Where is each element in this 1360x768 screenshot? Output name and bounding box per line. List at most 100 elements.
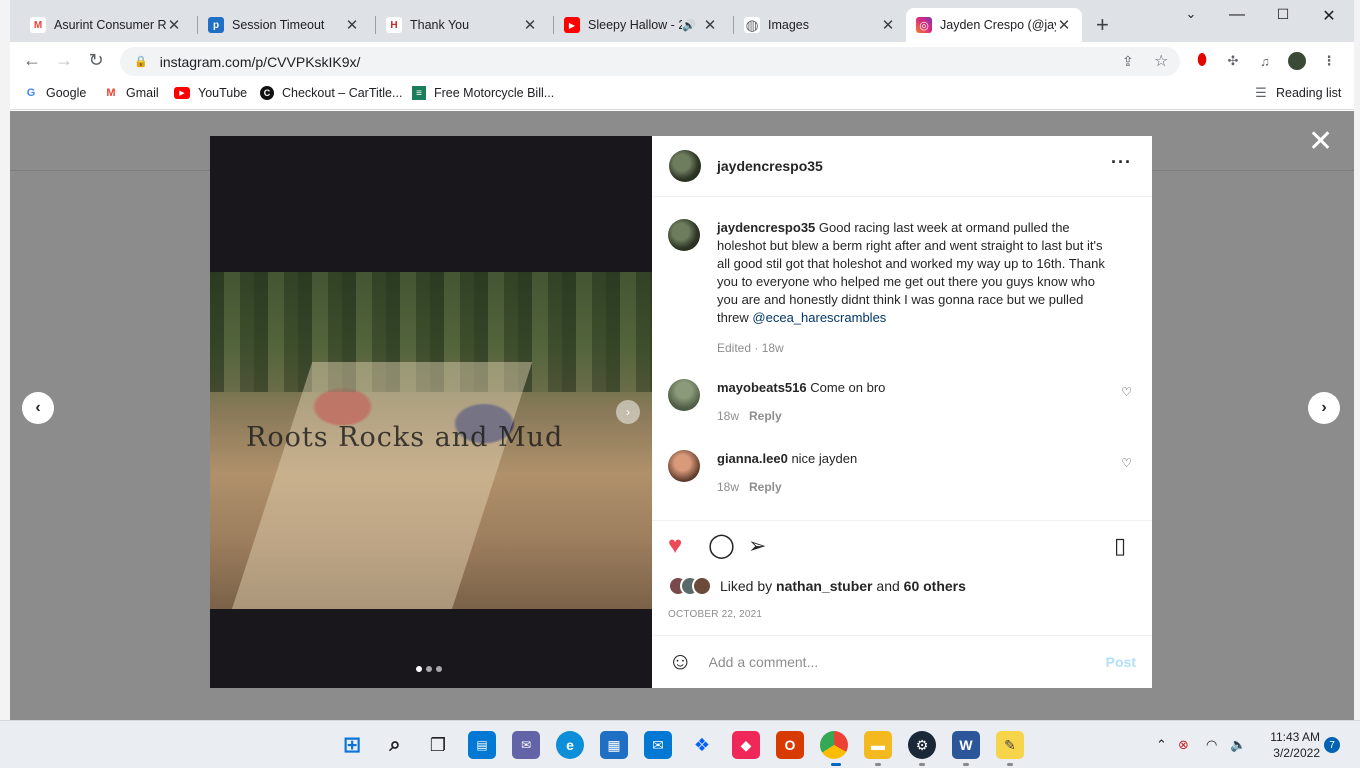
comment-meta: 18w Reply xyxy=(717,407,1114,425)
microsoft-store-icon[interactable]: ▦ xyxy=(600,731,628,759)
share-paper-plane-icon[interactable]: ➢ xyxy=(748,533,766,559)
office-icon[interactable]: O xyxy=(776,731,804,759)
maximize-button[interactable]: ☐ xyxy=(1268,6,1298,23)
close-icon[interactable]: ✕ xyxy=(1308,127,1333,157)
new-tab-button[interactable]: + xyxy=(1096,12,1109,38)
lock-icon[interactable]: 🔒 xyxy=(134,55,148,68)
caption-mention-link[interactable]: @ecea_harescrambles xyxy=(752,310,886,325)
previous-post-button[interactable]: ‹ xyxy=(22,392,54,424)
open-app-indicator xyxy=(919,763,925,766)
windows-start-icon[interactable]: ⊞ xyxy=(338,731,366,759)
task-view-icon[interactable]: ❐ xyxy=(424,731,452,759)
system-clock[interactable]: 11:43 AM 3/2/2022 xyxy=(1258,729,1320,761)
comment-username[interactable]: gianna.lee0 xyxy=(717,451,788,466)
tab-session-timeout[interactable]: p Session Timeout ✕ xyxy=(198,8,370,42)
post-media: Roots Rocks and Mud › xyxy=(210,136,652,688)
close-icon[interactable]: ✕ xyxy=(166,16,182,34)
avatar[interactable] xyxy=(668,450,700,482)
media-next-button[interactable]: › xyxy=(616,400,640,424)
tab-thank-you[interactable]: H Thank You ✕ xyxy=(376,8,548,42)
teams-chat-icon[interactable]: ✉ xyxy=(512,731,540,759)
minimize-button[interactable]: — xyxy=(1222,6,1252,24)
comment-username[interactable]: mayobeats516 xyxy=(717,380,807,395)
reply-button[interactable]: Reply xyxy=(749,409,782,423)
close-window-button[interactable]: ✕ xyxy=(1314,6,1344,26)
address-url[interactable]: instagram.com/p/CVVPKskIK9x/ xyxy=(160,54,361,70)
tab-search-icon[interactable]: ⌄ xyxy=(1176,6,1206,22)
close-icon[interactable]: ✕ xyxy=(522,16,538,34)
file-explorer-icon[interactable]: ▬ xyxy=(864,731,892,759)
chevron-up-icon[interactable]: ⌃ xyxy=(1156,737,1167,753)
steam-icon[interactable]: ⚙ xyxy=(908,731,936,759)
avatar[interactable] xyxy=(668,379,700,411)
opera-extension-icon[interactable]: ⬮ xyxy=(1193,52,1211,70)
heart-outline-icon[interactable]: ♡ xyxy=(1121,385,1132,399)
reply-button[interactable]: Reply xyxy=(749,480,782,494)
dropbox-icon[interactable]: ❖ xyxy=(688,731,716,759)
emoji-icon[interactable]: ☺ xyxy=(668,648,693,676)
liked-by-user-link[interactable]: nathan_stuber xyxy=(776,578,872,594)
profile-avatar[interactable] xyxy=(1288,52,1306,70)
browser-window: M Asurint Consumer Re ✕ p Session Timeou… xyxy=(10,0,1354,720)
chrome-icon[interactable] xyxy=(820,731,848,759)
media-control-icon[interactable]: ♫ xyxy=(1256,52,1274,70)
widgets-icon[interactable]: ▤ xyxy=(468,731,496,759)
word-icon[interactable]: W xyxy=(952,731,980,759)
tab-instagram-active[interactable]: ◎ Jayden Crespo (@jay ✕ xyxy=(906,8,1082,42)
liked-by-others-link[interactable]: 60 others xyxy=(904,578,966,594)
forward-arrow-icon[interactable]: → xyxy=(52,50,76,71)
heart-outline-icon[interactable]: ♡ xyxy=(1121,456,1132,470)
volume-icon[interactable]: 🔈 xyxy=(1230,737,1246,753)
tab-title: Session Timeout xyxy=(232,18,325,32)
puzzle-extensions-icon[interactable]: ✣ xyxy=(1224,52,1242,70)
reading-list-button[interactable]: ☰ Reading list xyxy=(1254,85,1341,100)
edge-browser-icon[interactable]: e xyxy=(556,731,584,759)
close-icon[interactable]: ✕ xyxy=(1056,16,1072,34)
close-icon[interactable]: ✕ xyxy=(702,16,718,34)
reload-icon[interactable]: ↻ xyxy=(84,50,108,71)
close-icon[interactable]: ✕ xyxy=(344,16,360,34)
back-arrow-icon[interactable]: ← xyxy=(20,50,44,71)
close-icon[interactable]: ✕ xyxy=(880,16,896,34)
notification-badge[interactable]: 7 xyxy=(1324,737,1340,753)
avatar[interactable] xyxy=(669,150,701,182)
bookmark-gmail[interactable]: M Gmail xyxy=(104,86,158,100)
photo-track xyxy=(227,362,533,609)
clock-date: 3/2/2022 xyxy=(1273,746,1320,760)
comment-bubble-icon[interactable]: ◯ xyxy=(708,533,735,559)
windows-taskbar: ⊞ ⌕ ❐ ▤ ✉ e ▦ ✉ ❖ ◆ O ▬ ⚙ W ✎ ⌃ ⊗ ◠ 🔈 11… xyxy=(0,720,1360,768)
tab-asurint[interactable]: M Asurint Consumer Re ✕ xyxy=(20,8,192,42)
add-comment-bar: ☺ Post xyxy=(652,635,1152,688)
cartitle-icon: C xyxy=(260,86,274,100)
menu-kebab-icon[interactable]: ⋮ xyxy=(1320,52,1338,70)
next-post-button[interactable]: › xyxy=(1308,392,1340,424)
bookmark-cartitle[interactable]: C Checkout – CarTitle... xyxy=(260,86,402,100)
bookmark-youtube[interactable]: ▶ YouTube xyxy=(174,86,247,100)
search-icon[interactable]: ⌕ xyxy=(381,731,409,759)
more-options-icon[interactable]: ··· xyxy=(1111,152,1132,173)
comment-time: 18w xyxy=(717,480,740,494)
desktop-edge-left xyxy=(0,0,10,720)
post-username[interactable]: jaydencrespo35 xyxy=(717,158,823,174)
avatar[interactable] xyxy=(668,219,700,251)
speaker-icon[interactable]: 🔊 xyxy=(682,19,696,32)
sticky-notes-icon[interactable]: ✎ xyxy=(996,731,1024,759)
post-comment-button[interactable]: Post xyxy=(1106,654,1136,670)
tab-sleepy-hallow[interactable]: ▶ Sleepy Hallow - 2 🔊 ✕ xyxy=(554,8,728,42)
like-heart-icon[interactable]: ♥ xyxy=(668,533,682,559)
bookmark-google[interactable]: G Google xyxy=(24,86,87,100)
save-bookmark-icon[interactable]: ▯ xyxy=(1114,533,1126,559)
wifi-icon[interactable]: ◠ xyxy=(1206,737,1217,753)
add-comment-input[interactable] xyxy=(708,654,1106,670)
caption-username[interactable]: jaydencrespo35 xyxy=(717,220,815,235)
address-bar[interactable]: 🔒 instagram.com/p/CVVPKskIK9x/ xyxy=(120,47,1180,76)
post-date[interactable]: OCTOBER 22, 2021 xyxy=(668,609,762,620)
figma-icon[interactable]: ◆ xyxy=(732,731,760,759)
bookmark-motorcycle-bill[interactable]: ≡ Free Motorcycle Bill... xyxy=(412,86,554,100)
share-icon[interactable]: ⇪ xyxy=(1122,53,1134,70)
tab-images[interactable]: ◍ Images ✕ xyxy=(734,8,906,42)
network-alert-icon[interactable]: ⊗ xyxy=(1178,737,1189,753)
bookmark-star-icon[interactable]: ☆ xyxy=(1154,51,1168,71)
instagram-icon: ◎ xyxy=(916,17,932,33)
mail-icon[interactable]: ✉ xyxy=(644,731,672,759)
